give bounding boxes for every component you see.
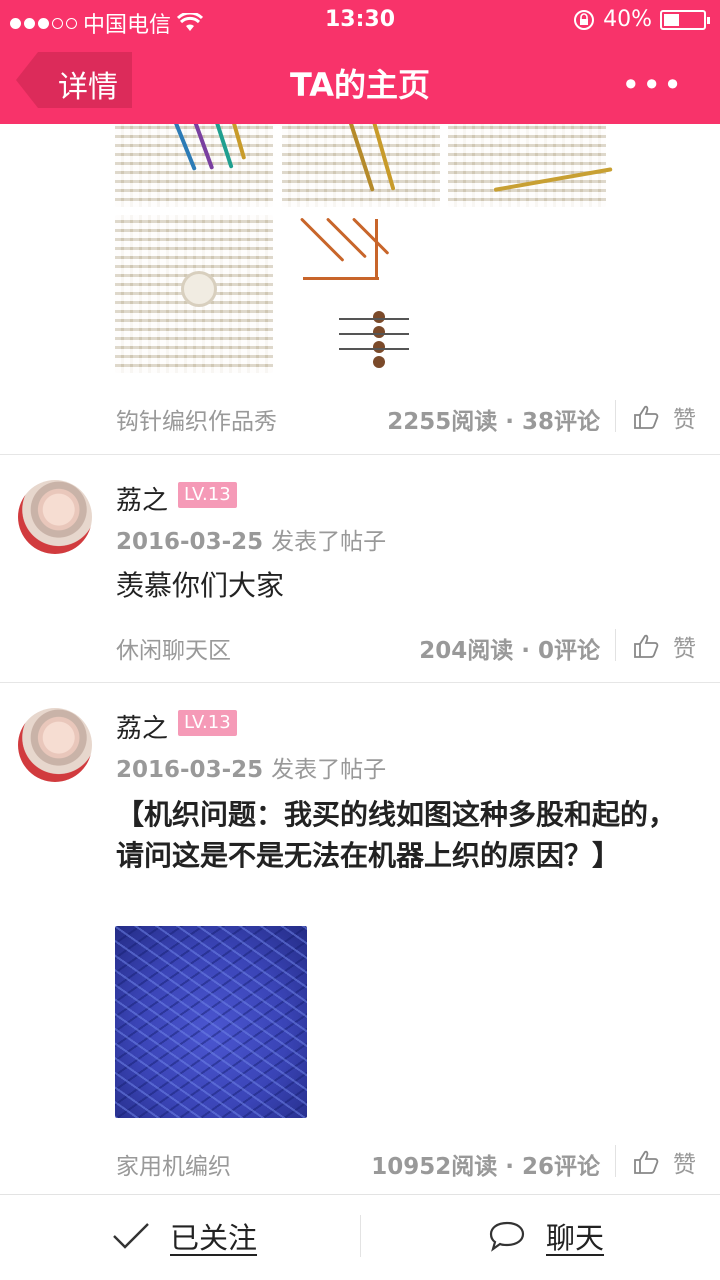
like-button[interactable]: 赞: [633, 400, 696, 434]
like-label: 赞: [673, 636, 696, 662]
post-header: 荔之 LV.13 2016-03-25 发表了帖子: [0, 476, 720, 556]
level-badge: LV.13: [178, 482, 237, 508]
status-bar: 中国电信 13:30 40%: [0, 0, 720, 40]
post-image[interactable]: [115, 124, 273, 207]
post-category[interactable]: 家用机编织: [116, 1147, 231, 1181]
post-image[interactable]: [282, 124, 440, 207]
post-date: 2016-03-25 发表了帖子: [116, 529, 387, 555]
chat-label: 聊天: [546, 1221, 605, 1255]
post-image[interactable]: [448, 124, 613, 207]
avatar[interactable]: [18, 480, 92, 554]
post-image[interactable]: [115, 215, 273, 373]
battery-percent: 40%: [603, 7, 652, 32]
post-image[interactable]: [299, 215, 409, 373]
battery-icon: [660, 9, 710, 30]
post-meta: 家用机编织 10952阅读 · 26评论 赞: [0, 1133, 720, 1193]
yarn-photo[interactable]: [115, 926, 307, 1118]
bottom-action-bar: 已关注 聊天: [0, 1194, 720, 1280]
post-category[interactable]: 钩针编织作品秀: [116, 402, 277, 436]
like-label: 赞: [673, 407, 696, 433]
avatar[interactable]: [18, 708, 92, 782]
checkmark-icon: [113, 1223, 149, 1249]
follow-label: 已关注: [170, 1221, 258, 1255]
divider: [360, 1215, 361, 1257]
thumbs-up-icon: [634, 405, 659, 429]
post-header: 荔之 LV.13 2016-03-25 发表了帖子: [0, 704, 720, 784]
divider: [615, 1145, 616, 1177]
nav-bar: 详情 TA的主页 •••: [0, 40, 720, 124]
chat-button[interactable]: 聊天: [488, 1215, 604, 1257]
thumbs-up-icon: [634, 1150, 659, 1174]
chat-bubble-icon: [489, 1221, 525, 1252]
post-meta: 钩针编织作品秀 2255阅读 · 38评论 赞: [0, 388, 720, 448]
divider: [0, 454, 720, 455]
divider: [615, 400, 616, 432]
divider: [0, 682, 720, 683]
author-name[interactable]: 荔之: [116, 480, 168, 517]
post-date: 2016-03-25 发表了帖子: [116, 757, 387, 783]
follow-button[interactable]: 已关注: [112, 1215, 257, 1257]
post-stats: 10952阅读 · 26评论: [371, 1154, 600, 1180]
post-stats: 2255阅读 · 38评论: [387, 409, 600, 435]
like-button[interactable]: 赞: [633, 629, 696, 663]
post-category[interactable]: 休闲聊天区: [116, 631, 231, 665]
post-stats: 204阅读 · 0评论: [419, 638, 600, 664]
post-meta: 休闲聊天区 204阅读 · 0评论 赞: [0, 617, 720, 677]
author-name[interactable]: 荔之: [116, 708, 168, 745]
more-options-icon[interactable]: •••: [621, 66, 684, 104]
level-badge: LV.13: [178, 710, 237, 736]
like-label: 赞: [673, 1152, 696, 1178]
divider: [615, 629, 616, 661]
orientation-lock-icon: [574, 9, 595, 30]
feed: 钩针编织作品秀 2255阅读 · 38评论 赞 荔之 LV.13 2016-03…: [0, 124, 720, 1194]
thumbs-up-icon: [634, 634, 659, 658]
like-button[interactable]: 赞: [633, 1145, 696, 1179]
post-text[interactable]: 羡慕你们大家: [116, 566, 686, 606]
post-text[interactable]: 【机织问题：我买的线如图这种多股和起的，请问这是不是无法在机器上织的原因？】: [116, 794, 686, 876]
page-title: TA的主页: [289, 66, 431, 104]
